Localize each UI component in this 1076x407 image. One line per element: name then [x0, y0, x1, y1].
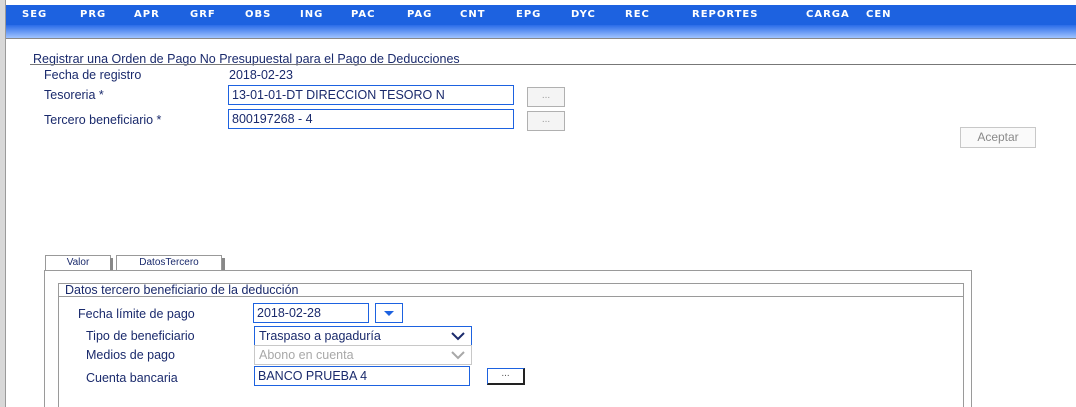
group-title-divider: [58, 296, 964, 297]
menu-item-reportes[interactable]: REPORTES: [692, 9, 758, 20]
tipo-beneficiario-select[interactable]: Traspaso a pagaduría: [254, 326, 472, 346]
medios-pago-select: Abono en cuenta: [254, 345, 472, 365]
menu-item-cnt[interactable]: CNT: [460, 9, 486, 20]
menu-item-apr[interactable]: APR: [134, 9, 160, 20]
tipo-beneficiario-value: Traspaso a pagaduría: [259, 329, 381, 343]
datos-tercero-group: [58, 283, 964, 407]
tab-datostercero[interactable]: DatosTercero: [116, 255, 222, 271]
chevron-down-icon: [451, 351, 465, 360]
tesoreria-label: Tesoreria *: [44, 88, 104, 102]
tercero-beneficiario-label: Tercero beneficiario *: [44, 113, 162, 127]
tesoreria-field[interactable]: 13-01-01-DT DIRECCION TESORO N: [228, 85, 514, 105]
triangle-down-icon: [384, 311, 394, 316]
menu-item-carga[interactable]: CARGA: [806, 9, 850, 20]
fecha-registro-value: 2018-02-23: [229, 68, 293, 82]
tab-valor[interactable]: Valor: [45, 255, 111, 271]
medios-pago-value: Abono en cuenta: [259, 348, 354, 362]
menu-item-prg[interactable]: PRG: [80, 9, 106, 20]
menu-item-cen[interactable]: CEN: [866, 9, 892, 20]
tipo-beneficiario-label: Tipo de beneficiario: [86, 329, 195, 343]
group-title: Datos tercero beneficiario de la deducci…: [65, 283, 299, 297]
menu-bar-shade: [6, 25, 1076, 38]
menu-item-dyc[interactable]: DYC: [571, 9, 596, 20]
medios-pago-label: Medios de pago: [86, 348, 175, 362]
menu-item-pag[interactable]: PAG: [407, 9, 432, 20]
fecha-limite-label: Fecha límite de pago: [78, 307, 195, 321]
cuenta-bancaria-field[interactable]: BANCO PRUEBA 4: [254, 366, 470, 386]
fecha-limite-field[interactable]: 2018-02-28: [253, 303, 369, 323]
accept-button[interactable]: Aceptar: [960, 127, 1036, 148]
menu-item-grf[interactable]: GRF: [190, 9, 216, 20]
menu-item-ing[interactable]: ING: [300, 9, 323, 20]
tercero-lookup-button[interactable]: ...: [527, 111, 565, 131]
chevron-down-icon: [451, 332, 465, 341]
menu-item-rec[interactable]: REC: [625, 9, 650, 20]
form-title-divider: [30, 64, 1076, 65]
menu-item-obs[interactable]: OBS: [245, 9, 271, 20]
cuenta-lookup-button[interactable]: ...: [487, 368, 525, 385]
menu-item-seg[interactable]: SEG: [22, 9, 47, 20]
cuenta-bancaria-label: Cuenta bancaria: [86, 371, 178, 385]
date-dropdown-button[interactable]: [375, 303, 403, 323]
tesoreria-lookup-button[interactable]: ...: [527, 87, 565, 107]
tercero-beneficiario-field[interactable]: 800197268 - 4: [228, 109, 514, 129]
fecha-registro-label: Fecha de registro: [44, 68, 142, 82]
top-menu-bar: SEG PRG APR GRF OBS ING PAC PAG CNT EPG …: [6, 5, 1076, 25]
menu-item-pac[interactable]: PAC: [351, 9, 376, 20]
menu-item-epg[interactable]: EPG: [516, 9, 541, 20]
